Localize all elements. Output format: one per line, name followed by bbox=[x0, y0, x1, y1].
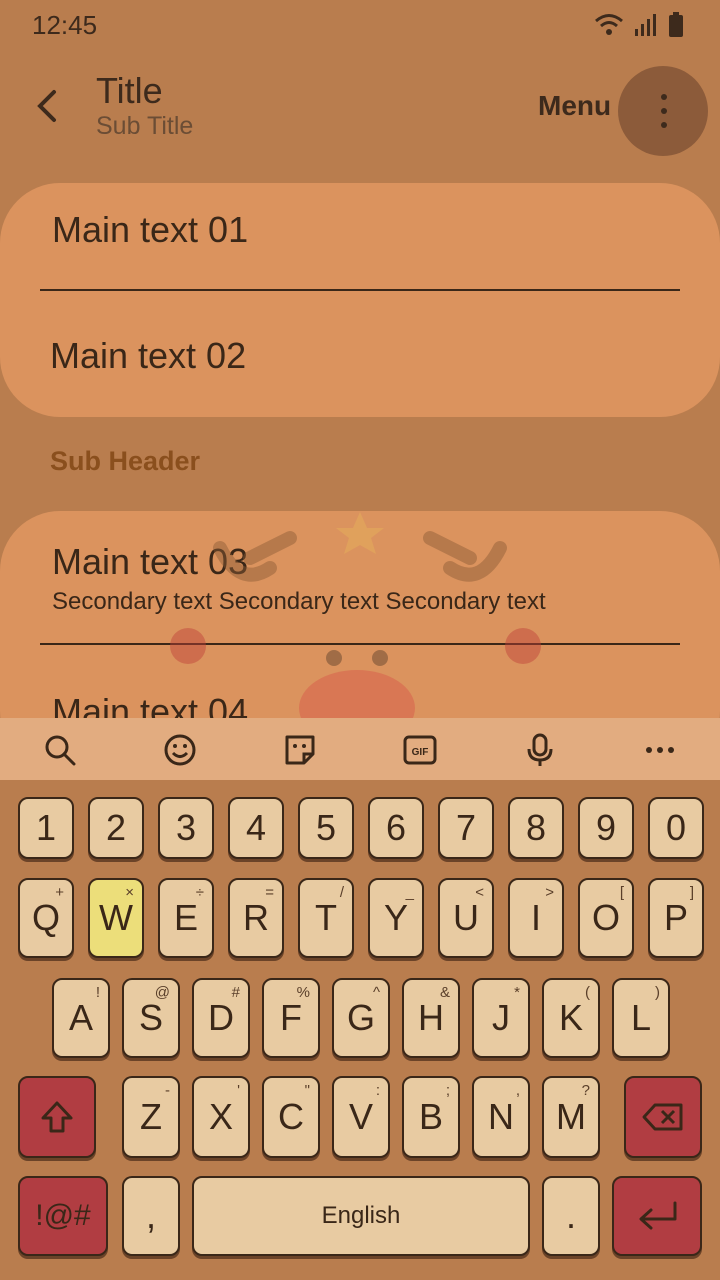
status-bar: 12:45 bbox=[0, 0, 720, 52]
keyboard: 1 2 3 4 5 6 7 8 9 0 + Q × W ÷ E = R / T _ Y < U… bbox=[0, 780, 720, 1280]
key-u[interactable]: < U bbox=[438, 878, 494, 958]
key-5[interactable]: 5 bbox=[298, 797, 354, 859]
signal-icon bbox=[635, 14, 656, 36]
key-e[interactable]: ÷ E bbox=[158, 878, 214, 958]
back-arrow-icon[interactable] bbox=[28, 86, 64, 126]
key-h[interactable]: & H bbox=[402, 978, 460, 1058]
key-v[interactable]: :V bbox=[332, 1076, 390, 1158]
key-m[interactable]: ? M bbox=[542, 1076, 600, 1158]
key-2[interactable]: 2 bbox=[88, 797, 144, 859]
sticker-icon[interactable] bbox=[282, 732, 318, 768]
shift-arrow-icon bbox=[41, 1101, 73, 1133]
svg-text:GIF: GIF bbox=[412, 747, 429, 758]
key-w[interactable]: × W bbox=[88, 878, 144, 958]
wifi-icon bbox=[595, 14, 623, 35]
status-time: 12:45 bbox=[32, 10, 98, 40]
key-k[interactable]: (K bbox=[542, 978, 600, 1058]
key-b[interactable]: ; B bbox=[402, 1076, 460, 1158]
more-horizontal-icon[interactable] bbox=[642, 732, 678, 768]
page-subtitle: Sub Title bbox=[96, 112, 194, 140]
comma-key[interactable]: , bbox=[122, 1176, 180, 1256]
more-options-button[interactable] bbox=[618, 66, 708, 156]
key-1[interactable]: 1 bbox=[18, 797, 74, 859]
key-j[interactable]: * J bbox=[472, 978, 530, 1058]
key-x[interactable]: ' X bbox=[192, 1076, 250, 1158]
shift-key[interactable] bbox=[18, 1076, 96, 1158]
key-d[interactable]: # D bbox=[192, 978, 250, 1058]
page-title: Title bbox=[96, 70, 163, 111]
search-icon[interactable] bbox=[42, 732, 78, 768]
list-item-main-text-01[interactable]: Main text 01 bbox=[52, 209, 248, 251]
key-0[interactable]: 0 bbox=[648, 797, 704, 859]
key-o[interactable]: [O bbox=[578, 878, 634, 958]
key-s[interactable]: @ S bbox=[122, 978, 180, 1058]
key-a[interactable]: ! A bbox=[52, 978, 110, 1058]
key-3[interactable]: 3 bbox=[158, 797, 214, 859]
reindeer-wallpaper-image bbox=[170, 512, 541, 718]
keyboard-toolbar: GIF bbox=[0, 718, 720, 780]
menu-button[interactable]: Menu bbox=[538, 90, 611, 122]
list-card-1: Main text 01 Main text 02 bbox=[0, 183, 720, 417]
more-vert-icon bbox=[661, 94, 667, 100]
period-key[interactable]: . bbox=[542, 1176, 600, 1256]
backspace-icon bbox=[642, 1103, 683, 1131]
key-9[interactable]: 9 bbox=[578, 797, 634, 859]
list-item-main-text-02[interactable]: Main text 02 bbox=[50, 335, 246, 377]
key-6[interactable]: 6 bbox=[368, 797, 424, 859]
list-divider bbox=[40, 289, 680, 291]
app-bar: Title Sub Title Menu bbox=[0, 52, 720, 162]
space-bar[interactable]: English bbox=[192, 1176, 530, 1256]
key-y[interactable]: _ Y bbox=[368, 878, 424, 958]
key-t[interactable]: / T bbox=[298, 878, 354, 958]
key-q[interactable]: + Q bbox=[18, 878, 74, 958]
key-c[interactable]: " C bbox=[262, 1076, 320, 1158]
key-p[interactable]: ] P bbox=[648, 878, 704, 958]
key-f[interactable]: % F bbox=[262, 978, 320, 1058]
symbols-key[interactable]: !@# bbox=[18, 1176, 108, 1256]
battery-icon bbox=[669, 12, 683, 37]
key-g[interactable]: ^ G bbox=[332, 978, 390, 1058]
sub-header: Sub Header bbox=[50, 446, 201, 476]
key-r[interactable]: = R bbox=[228, 878, 284, 958]
emoji-icon[interactable] bbox=[162, 732, 198, 768]
key-i[interactable]: > I bbox=[508, 878, 564, 958]
key-l[interactable]: ) L bbox=[612, 978, 670, 1058]
gif-icon[interactable]: GIF bbox=[402, 732, 438, 768]
key-7[interactable]: 7 bbox=[438, 797, 494, 859]
backspace-key[interactable] bbox=[624, 1076, 702, 1158]
key-4[interactable]: 4 bbox=[228, 797, 284, 859]
key-n[interactable]: ,N bbox=[472, 1076, 530, 1158]
key-8[interactable]: 8 bbox=[508, 797, 564, 859]
status-icons bbox=[594, 12, 684, 38]
enter-icon bbox=[639, 1201, 677, 1230]
enter-key[interactable] bbox=[612, 1176, 702, 1256]
key-z[interactable]: -Z bbox=[122, 1076, 180, 1158]
microphone-icon[interactable] bbox=[522, 732, 558, 768]
